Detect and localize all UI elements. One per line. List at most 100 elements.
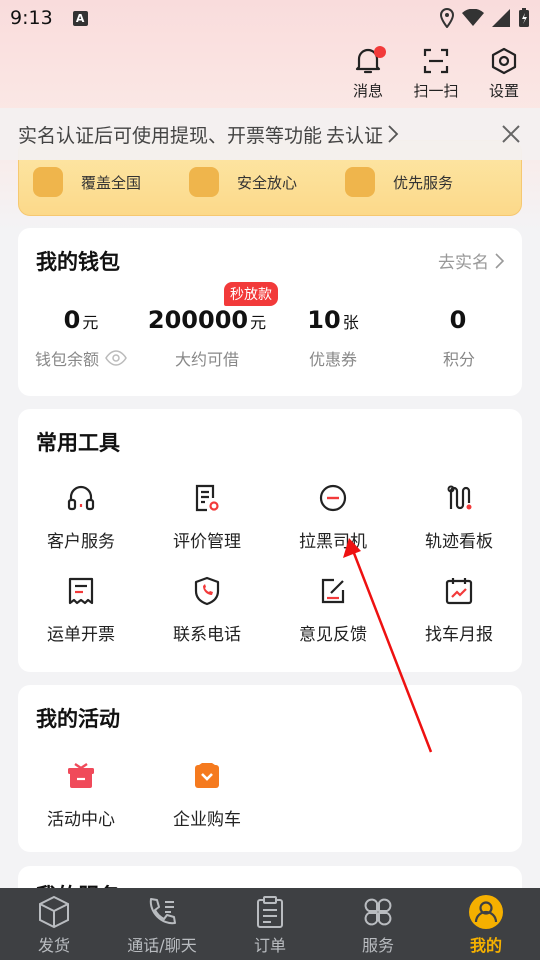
signal-icon [492,9,510,27]
tab-call-chat[interactable]: 通话/聊天 [108,888,216,960]
stat-value: 0 [450,306,469,338]
stat-number: 200000 [147,306,249,334]
settings-label: 设置 [488,82,519,100]
tools-title: 常用工具 [36,431,120,455]
activities-grid: 活动中心 企业购车 [18,759,270,830]
stat-value: 200000 元 [148,306,266,338]
status-bar: 9:13 A [0,0,540,36]
stat-unit: 元 [82,313,99,332]
tool-feedback[interactable]: 意见反馈 [270,574,396,645]
track-icon [442,481,476,515]
activity-center[interactable]: 活动中心 [18,759,144,830]
stat-label: 钱包余额 [34,350,99,369]
tab-mine[interactable]: 我的 [432,888,540,960]
tool-monthly-report[interactable]: 找车月报 [396,574,522,645]
headset-icon [64,481,98,515]
promo-item: 安全放心 [189,167,345,197]
box-icon [36,894,72,930]
profile-icon [468,894,504,930]
promo-text: 覆盖全国 [81,173,142,192]
battery-icon [519,8,529,27]
tools-card: 常用工具 客户服务 评价管理 拉黑司机 轨迹看板 运单开票 联系电话 意见反馈 … [18,409,522,672]
activities-card: 我的活动 活动中心 企业购车 [18,685,522,852]
tool-waybill-invoice[interactable]: 运单开票 [18,574,144,645]
tab-services[interactable]: 服务 [324,888,432,960]
tool-track-board[interactable]: 轨迹看板 [396,481,522,552]
tool-label: 轨迹看板 [425,532,493,552]
bottom-tabbar: 发货 通话/聊天 订单 服务 我的 [0,888,540,960]
stat-label-row: 钱包余额 [35,346,127,370]
stat-label: 积分 [442,350,475,369]
truck-badge-icon [33,167,63,197]
location-badge-icon [189,167,219,197]
gear-icon [489,46,519,76]
wifi-icon [462,9,484,26]
stat-value: 10 张 [307,306,358,338]
stat-label: 大约可借 [174,350,239,369]
call-icon [144,894,180,930]
chevron-right-icon [388,125,399,143]
tool-label: 联系电话 [173,625,241,645]
notification-a-icon: A [72,10,88,26]
wallet-balance[interactable]: 0元 钱包余额 [18,306,144,370]
stat-unit: 张 [342,313,359,332]
tool-label: 意见反馈 [299,625,367,645]
stat-number: 0 [449,306,467,334]
tool-label: 运单开票 [47,625,115,645]
enterprise-car-purchase[interactable]: 企业购车 [144,759,270,830]
coupons[interactable]: 10 张 优惠券 [270,306,396,370]
feedback-icon [316,574,350,608]
tool-block-driver[interactable]: 拉黑司机 [270,481,396,552]
tab-ship[interactable]: 发货 [0,888,108,960]
wallet-title: 我的钱包 [36,250,120,274]
auth-link[interactable]: 去认证 [326,121,383,148]
tool-contact-phone[interactable]: 联系电话 [144,574,270,645]
wallet-card: 我的钱包 去实名 0元 钱包余额 秒放款 200000 元 大约可借 10 张 优惠… [18,228,522,396]
tab-label: 发货 [37,936,70,955]
promo-text: 安全放心 [237,173,298,192]
settings-button[interactable]: 设置 [482,46,526,101]
points[interactable]: 0 积分 [396,306,522,370]
auth-banner[interactable]: 实名认证后可使用提现、开票等功能 去认证 [0,108,540,160]
tab-label: 我的 [469,936,502,955]
car-purchase-icon [190,759,224,793]
status-time: 9:13 [10,7,53,29]
promo-item: 覆盖全国 [33,167,189,197]
verify-name-link[interactable]: 去实名 [438,248,504,273]
stat-unit: 元 [250,313,267,332]
close-icon[interactable] [500,123,522,145]
messages-label: 消息 [352,82,383,100]
scan-label: 扫一扫 [413,82,459,100]
chevron-right-icon [495,252,504,269]
loan-amount[interactable]: 秒放款 200000 元 大约可借 [144,282,278,370]
stat-label-row: 优惠券 [309,346,357,370]
promo-item: 优先服务 [345,167,501,197]
wallet-stats: 0元 钱包余额 秒放款 200000 元 大约可借 10 张 优惠券 0 积分 [18,282,522,370]
tab-label: 服务 [361,936,394,955]
verify-name-label: 去实名 [438,253,489,273]
stat-number: 10 [307,306,341,334]
tool-review-management[interactable]: 评价管理 [144,481,270,552]
eye-icon[interactable] [105,350,127,366]
tab-orders[interactable]: 订单 [216,888,324,960]
stat-label-row: 大约可借 [175,346,239,370]
stat-label: 优惠券 [308,350,357,369]
review-icon [190,481,224,515]
chat-badge-icon [345,167,375,197]
stat-label-row: 积分 [443,346,475,370]
tools-grid: 客户服务 评价管理 拉黑司机 轨迹看板 运单开票 联系电话 意见反馈 找车月报 [18,481,522,645]
tool-label: 客户服务 [47,532,115,552]
tool-label: 找车月报 [425,625,493,645]
stat-value: 0元 [64,306,99,338]
messages-button[interactable]: 消息 [346,46,390,101]
tool-label: 拉黑司机 [299,532,367,552]
tab-label: 订单 [253,936,286,955]
flash-loan-badge: 秒放款 [224,282,278,306]
tool-customer-service[interactable]: 客户服务 [18,481,144,552]
order-icon [252,894,288,930]
stat-number: 0 [63,306,81,334]
unread-dot [374,46,386,58]
scan-button[interactable]: 扫一扫 [413,46,459,101]
auth-banner-text: 实名认证后可使用提现、开票等功能 [18,124,323,147]
gift-icon [64,759,98,793]
